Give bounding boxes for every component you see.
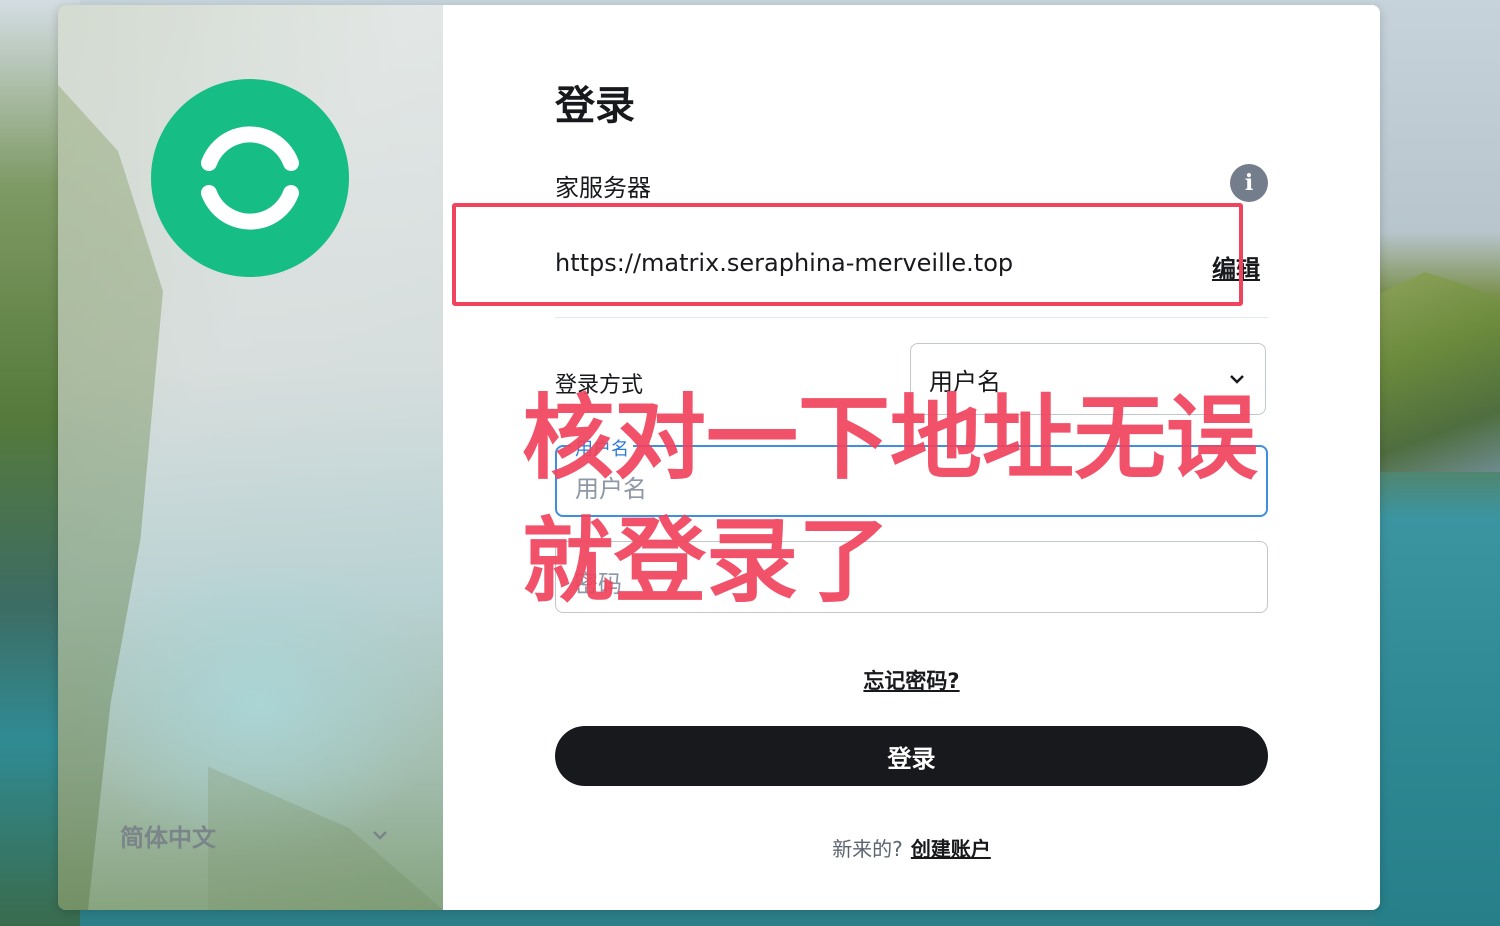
new-user-prompt: 新来的? (832, 837, 903, 861)
annotation-text-line2: 就登录了 (522, 508, 891, 615)
brand-panel: 简体中文 (58, 5, 443, 910)
info-icon[interactable]: i (1230, 164, 1268, 202)
page-title: 登录 (555, 83, 635, 129)
chevron-down-icon (373, 831, 387, 840)
language-selector[interactable]: 简体中文 (120, 813, 390, 857)
annotation-highlight-box (452, 203, 1243, 306)
language-label: 简体中文 (120, 823, 216, 852)
divider (555, 317, 1268, 318)
panel-scenery-lower (208, 766, 443, 910)
forgot-password-link[interactable]: 忘记密码? (443, 665, 1380, 695)
annotation-text-line1: 核对一下地址无误 (522, 385, 1259, 492)
login-button[interactable]: 登录 (555, 726, 1268, 786)
background-mountain (1375, 272, 1500, 472)
homeserver-label: 家服务器 (555, 174, 651, 202)
element-logo-icon (151, 79, 349, 277)
create-account-link[interactable]: 创建账户 (911, 837, 991, 861)
create-account-footer: 新来的? 创建账户 (443, 833, 1380, 862)
forgot-password-label[interactable]: 忘记密码? (863, 669, 959, 693)
background-right (1375, 0, 1500, 926)
